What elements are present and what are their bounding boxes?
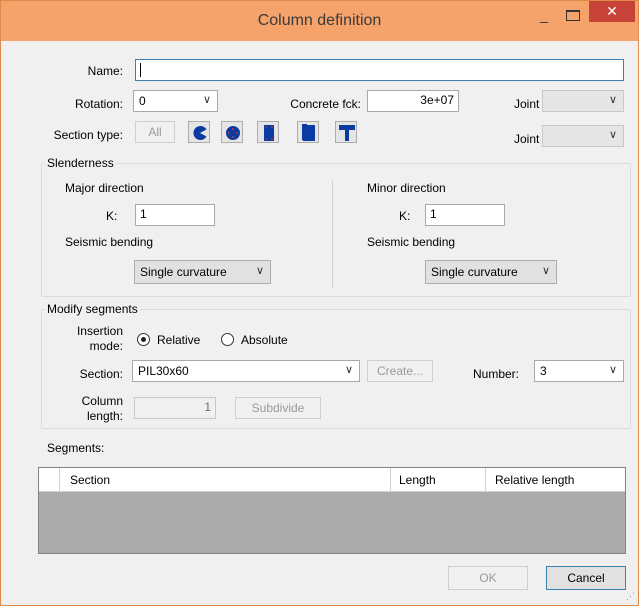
rotation-value: 0 xyxy=(139,94,146,108)
chevron-down-icon: ∨ xyxy=(255,265,264,277)
chevron-down-icon: ∨ xyxy=(608,364,617,376)
slenderness-title: Slenderness xyxy=(45,156,116,170)
major-k-label: K: xyxy=(106,209,118,223)
name-label: Name: xyxy=(87,64,123,78)
resize-grip-icon[interactable]: ⋰ xyxy=(626,591,635,602)
column-length-input[interactable]: 1 xyxy=(134,397,216,419)
chevron-down-icon: ∨ xyxy=(608,94,617,106)
cancel-button[interactable]: Cancel xyxy=(546,566,626,590)
minor-curvature-value: Single curvature xyxy=(431,265,518,279)
chevron-down-icon: ∨ xyxy=(344,364,353,376)
major-seismic-label: Seismic bending xyxy=(65,235,154,249)
absolute-label[interactable]: Absolute xyxy=(241,333,288,347)
chevron-down-icon: ∨ xyxy=(608,129,617,141)
column-separator xyxy=(390,468,391,492)
absolute-radio[interactable] xyxy=(221,333,234,346)
insertion-label: Insertion xyxy=(76,324,123,338)
t-section-icon[interactable] xyxy=(335,121,357,143)
l-section-alt-icon[interactable] xyxy=(297,121,319,143)
circle-icon[interactable] xyxy=(221,121,243,143)
section-value: PIL30x60 xyxy=(138,364,189,378)
minor-curvature-select[interactable]: Single curvature ∨ xyxy=(425,260,557,284)
segments-label: Segments: xyxy=(47,441,105,455)
section-type-label: Section type: xyxy=(53,128,123,142)
joint-i-select[interactable]: ∨ xyxy=(542,90,624,112)
subdivide-button[interactable]: Subdivide xyxy=(235,397,321,419)
relative-radio[interactable] xyxy=(137,333,150,346)
segments-table-header: Section Length Relative length xyxy=(39,468,625,492)
column-length-label: length: xyxy=(86,409,123,423)
rotation-select[interactable]: 0 ∨ xyxy=(133,90,218,112)
column-separator xyxy=(59,468,60,492)
close-icon[interactable]: ✕ xyxy=(589,1,635,22)
concrete-fck-label: Concrete fck: xyxy=(290,97,361,111)
joint-j-select[interactable]: ∨ xyxy=(542,125,624,147)
modify-segments-title: Modify segments xyxy=(45,302,140,316)
rectangle-icon[interactable] xyxy=(257,121,279,143)
segments-table[interactable]: Section Length Relative length xyxy=(38,467,626,554)
section-label: Section: xyxy=(79,367,123,381)
number-select[interactable]: 3 ∨ xyxy=(534,360,624,382)
column-header-section[interactable]: Section xyxy=(70,473,110,487)
number-value: 3 xyxy=(540,364,547,378)
concrete-fck-input[interactable]: 3e+07 xyxy=(367,90,459,112)
minor-k-label: K: xyxy=(399,209,411,223)
name-input[interactable] xyxy=(135,59,624,81)
text-caret xyxy=(140,63,141,77)
rotation-label: Rotation: xyxy=(74,97,123,111)
minor-k-input[interactable]: 1 xyxy=(425,204,505,226)
circle-sector-icon[interactable] xyxy=(188,121,210,143)
create-button[interactable]: Create... xyxy=(367,360,433,382)
major-curvature-value: Single curvature xyxy=(140,265,227,279)
minor-direction-title: Minor direction xyxy=(367,181,446,195)
direction-divider xyxy=(332,181,333,288)
ok-button[interactable]: OK xyxy=(448,566,528,590)
maximize-icon[interactable] xyxy=(566,10,580,21)
section-type-all-button[interactable]: All xyxy=(135,121,175,143)
relative-label[interactable]: Relative xyxy=(157,333,200,347)
column-header-length[interactable]: Length xyxy=(399,473,436,487)
chevron-down-icon: ∨ xyxy=(541,265,550,277)
column-separator xyxy=(485,468,486,492)
minor-seismic-label: Seismic bending xyxy=(367,235,456,249)
title-bar[interactable]: Column definition – ✕ xyxy=(1,1,638,41)
chevron-down-icon: ∨ xyxy=(202,94,211,106)
radio-selected-dot xyxy=(141,337,146,342)
column-definition-window: Column definition – ✕ Name: Rotation: 0 … xyxy=(0,0,639,606)
major-curvature-select[interactable]: Single curvature ∨ xyxy=(134,260,271,284)
insertion-mode-label: mode: xyxy=(89,339,123,353)
column-label: Column xyxy=(81,394,123,408)
section-select[interactable]: PIL30x60 ∨ xyxy=(132,360,360,382)
major-direction-title: Major direction xyxy=(65,181,144,195)
minimize-icon[interactable]: – xyxy=(534,13,554,29)
number-label: Number: xyxy=(473,367,520,381)
column-header-relative-length[interactable]: Relative length xyxy=(495,473,574,487)
major-k-input[interactable]: 1 xyxy=(135,204,215,226)
